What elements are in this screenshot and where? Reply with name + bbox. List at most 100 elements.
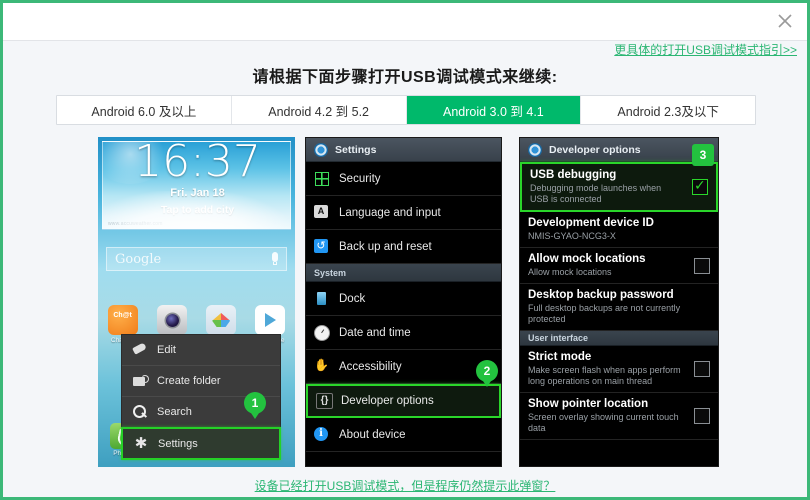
settings-row-label: Language and input [339,206,441,219]
google-search-placeholder: Google [115,252,162,267]
settings-row-security[interactable]: Security [306,162,501,196]
tab-android-30-41[interactable]: Android 3.0 到 4.1 [406,96,582,124]
tab-label: Android 3.0 到 4.1 [442,104,544,119]
weather-credit-text: www.accuweather.com [108,221,163,227]
tab-label: Android 4.2 到 5.2 [268,104,369,119]
close-icon [778,14,792,28]
folder-icon [132,373,149,389]
context-menu-label: Settings [158,437,198,450]
settings-row-label: Date and time [339,326,411,339]
settings-gear-icon [314,142,328,157]
developer-options-header: Developer options [520,138,718,162]
security-icon [314,171,329,186]
dialog-titlebar [3,3,807,41]
step-badge-2: 2 [476,360,498,387]
backup-icon [314,239,329,254]
dev-row-title: USB debugging [530,169,617,181]
dev-row-show-pointer-location[interactable]: Show pointer location Screen overlay sho… [520,393,718,440]
dev-row-subtitle: Screen overlay showing current touch dat… [528,412,679,433]
step-badge-3: 3 [692,144,714,166]
usb-debugging-checkbox[interactable] [692,177,708,195]
allow-mock-locations-checkbox[interactable] [694,257,710,274]
weather-clock-widget: 16:37 Fri. Jan 18 Tap to add city www.ac… [102,141,291,230]
dev-section-user-interface: User interface [520,331,718,346]
clock-icon [314,325,330,341]
microphone-icon [272,252,278,262]
android-settings-list: Settings Security Language and input Bac… [305,137,502,467]
steps-panels: 16:37 Fri. Jan 18 Tap to add city www.ac… [3,137,807,471]
info-icon [314,427,329,442]
context-menu-label: Search [157,406,192,418]
context-menu-item-settings[interactable]: ✱ Settings [121,427,281,460]
camera-icon [156,305,187,335]
settings-row-label: Developer options [341,395,434,407]
language-icon [314,205,329,220]
context-menu-label: Create folder [157,375,221,387]
dev-row-title: Development device ID [528,217,654,229]
step3-developer-options-screenshot: Developer options USB debugging Debuggin… [519,137,719,467]
tab-label: Android 6.0 及以上 [91,104,197,119]
contacts-icon [206,305,237,335]
android-version-tabs: Android 6.0 及以上 Android 4.2 到 5.2 Androi… [56,95,756,125]
dev-row-desktop-backup-password[interactable]: Desktop backup password Full desktop bac… [520,284,718,331]
dock-icon [314,291,329,306]
dev-row-subtitle: Allow mock locations [528,267,612,277]
usb-debugging-guide-dialog: 更具体的打开USB调试模式指引>> 请根据下面步骤打开USB调试模式来继续: A… [0,0,810,500]
tab-android-42-52[interactable]: Android 4.2 到 5.2 [231,96,407,124]
tap-to-add-city-text: Tap to add city [160,204,235,216]
clock-date: Fri. Jan 18 [170,187,225,199]
guide-link-text: 更具体的打开USB调试模式指引 [614,43,783,57]
settings-title: Settings [335,143,377,156]
dev-row-title: Desktop backup password [528,289,674,301]
context-menu-item-edit[interactable]: Edit [122,335,280,366]
dev-row-usb-debugging[interactable]: USB debugging Debugging mode launches wh… [520,162,718,212]
settings-row-accessibility[interactable]: Accessibility [306,350,501,384]
dev-row-subtitle: NMIS-GYAO-NCG3-X [528,231,616,241]
step-badge-1: 1 [244,392,266,419]
dev-row-title: Show pointer location [528,398,649,410]
settings-row-label: Accessibility [339,360,402,373]
settings-row-developer-options[interactable]: Developer options [306,384,501,418]
settings-row-label: Security [339,172,381,185]
dev-row-development-device-id[interactable]: Development device ID NMIS-GYAO-NCG3-X [520,212,718,248]
dialog-body: 更具体的打开USB调试模式指引>> 请根据下面步骤打开USB调试模式来继续: A… [3,41,807,497]
chaton-icon [107,305,138,335]
close-button[interactable] [771,8,799,34]
settings-row-date-and-time[interactable]: Date and time [306,316,501,350]
android-home-screen: 16:37 Fri. Jan 18 Tap to add city www.ac… [98,137,295,467]
pencil-icon [132,342,148,358]
dev-row-title: Allow mock locations [528,253,646,265]
settings-row-label: About device [339,428,406,441]
dev-row-subtitle: Make screen flash when apps perform long… [528,365,681,386]
tab-android-23[interactable]: Android 2.3及以下 [581,96,755,124]
already-enabled-link[interactable]: 设备已经打开USB调试模式，但是程序仍然提示此弹窗？ [3,477,807,494]
gear-icon: ✱ [134,434,148,452]
context-menu-label: Edit [157,344,176,356]
microphone-base-icon [273,262,277,265]
step1-home-screen-screenshot: 16:37 Fri. Jan 18 Tap to add city www.ac… [98,137,295,467]
accessibility-icon [314,358,329,374]
settings-row-dock[interactable]: Dock [306,282,501,316]
dev-row-strict-mode[interactable]: Strict mode Make screen flash when apps … [520,346,718,393]
developer-options-title: Developer options [549,143,641,156]
strict-mode-checkbox[interactable] [694,361,710,377]
play-store-icon [255,305,286,335]
dev-row-allow-mock-locations[interactable]: Allow mock locations Allow mock location… [520,248,718,284]
step2-settings-screenshot: Settings Security Language and input Bac… [305,137,502,467]
dev-row-title: Strict mode [528,351,592,363]
developer-options-list: Developer options USB debugging Debuggin… [519,137,719,467]
google-search-widget[interactable]: Google [106,247,287,271]
settings-row-back-up-and-reset[interactable]: Back up and reset [306,230,501,264]
show-pointer-location-checkbox[interactable] [694,408,710,424]
guide-link-arrows: >> [782,43,797,57]
detailed-guide-link[interactable]: 更具体的打开USB调试模式指引>> [614,41,797,58]
settings-section-system: System [306,264,501,282]
developer-icon [316,392,333,409]
settings-row-language-and-input[interactable]: Language and input [306,196,501,230]
tab-android-6[interactable]: Android 6.0 及以上 [57,96,232,124]
settings-row-label: Back up and reset [339,240,432,253]
settings-row-about-device[interactable]: About device [306,418,501,452]
settings-gear-icon [528,142,542,157]
clock-time: 16:37 [134,141,261,187]
search-icon [132,404,148,420]
